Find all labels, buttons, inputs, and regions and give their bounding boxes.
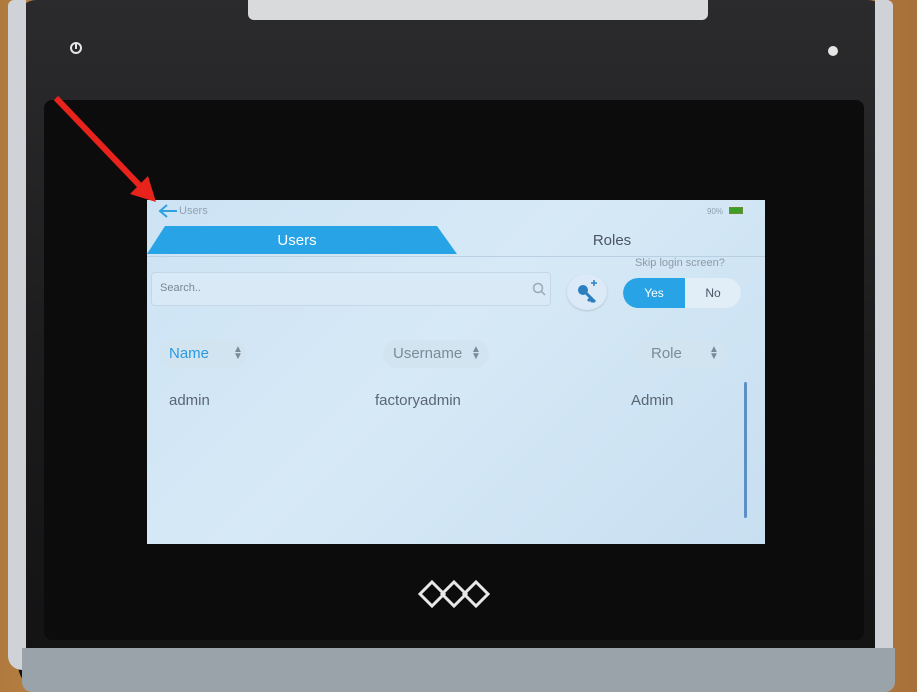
device-top-bar bbox=[248, 0, 708, 20]
sort-icon: ▲ ▼ bbox=[233, 344, 243, 362]
status-bar: Users 90% bbox=[147, 200, 765, 222]
cell-role: Admin bbox=[631, 392, 674, 409]
toggle-no-button[interactable]: No bbox=[685, 278, 741, 308]
add-key-icon bbox=[578, 280, 597, 304]
search-box bbox=[151, 272, 551, 306]
device-logo bbox=[417, 579, 491, 609]
table-scrollbar[interactable] bbox=[744, 382, 747, 518]
column-header-username[interactable]: Username ▲ ▼ bbox=[383, 340, 489, 368]
search-icon[interactable] bbox=[532, 282, 546, 296]
device-base bbox=[22, 648, 895, 692]
touch-screen: Users 90% Users Roles Skip login screen?… bbox=[147, 200, 765, 544]
sort-icon: ▲ ▼ bbox=[471, 344, 481, 362]
tab-users-label: Users bbox=[277, 232, 317, 249]
column-header-name[interactable]: Name ▲ ▼ bbox=[159, 340, 247, 368]
battery-percent: 90% bbox=[707, 207, 724, 216]
tab-bar: Users Roles bbox=[147, 226, 765, 257]
cell-name: admin bbox=[169, 392, 210, 409]
device-rim-right bbox=[875, 0, 893, 670]
column-header-label: Username bbox=[393, 345, 463, 362]
cell-username: factoryadmin bbox=[375, 392, 461, 409]
power-icon[interactable] bbox=[70, 42, 82, 54]
search-input[interactable] bbox=[158, 281, 522, 295]
device-rim-left bbox=[8, 0, 26, 670]
toggle-yes-button[interactable]: Yes bbox=[623, 278, 685, 308]
column-header-label: Name bbox=[169, 345, 210, 362]
battery-icon bbox=[729, 207, 743, 214]
screen-title: Users bbox=[179, 205, 208, 217]
add-user-button[interactable] bbox=[567, 274, 607, 310]
tab-roles[interactable]: Roles bbox=[517, 232, 707, 249]
sort-icon: ▲ ▼ bbox=[709, 344, 719, 362]
hardware-button[interactable] bbox=[828, 46, 838, 56]
skip-login-label: Skip login screen? bbox=[635, 257, 725, 269]
column-header-label: Role bbox=[651, 345, 682, 362]
annotation-arrow bbox=[53, 95, 156, 202]
skip-login-toggle: Yes No bbox=[623, 278, 741, 308]
tab-users[interactable]: Users bbox=[147, 226, 457, 254]
column-header-role[interactable]: Role ▲ ▼ bbox=[635, 340, 727, 368]
